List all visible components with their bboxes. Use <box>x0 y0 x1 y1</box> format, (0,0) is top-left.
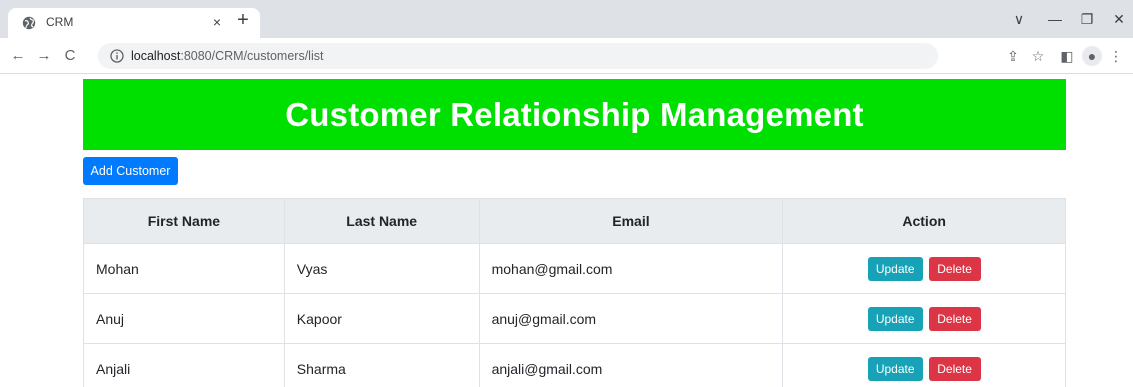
cell-action: Update Delete <box>782 293 1066 344</box>
share-icon[interactable]: ⇪ <box>1003 46 1023 66</box>
table-row: Mohan Vyas mohan@gmail.com Update Delete <box>83 243 1066 294</box>
cell-action: Update Delete <box>782 243 1066 294</box>
update-button[interactable]: Update <box>867 256 923 281</box>
url-path: :8080/CRM/customers/list <box>180 49 324 63</box>
delete-button[interactable]: Delete <box>928 256 981 281</box>
cell-first-name: Anjali <box>83 343 285 387</box>
add-customer-button[interactable]: Add Customer <box>83 157 178 185</box>
cell-action: Update Delete <box>782 343 1066 387</box>
cell-email: mohan@gmail.com <box>478 243 784 294</box>
minimize-icon[interactable]: — <box>1044 9 1066 29</box>
reload-icon[interactable]: C <box>60 46 80 66</box>
globe-icon <box>22 16 36 30</box>
new-tab-button[interactable]: + <box>232 10 254 32</box>
side-panel-icon[interactable]: ◧ <box>1057 46 1077 66</box>
table-row: Anjali Sharma anjali@gmail.com Update De… <box>83 343 1066 387</box>
tab-title: CRM <box>46 15 74 29</box>
header-banner: Customer Relationship Management <box>83 79 1066 150</box>
bookmark-star-icon[interactable]: ☆ <box>1028 46 1048 66</box>
header-email: Email <box>478 198 784 244</box>
header-action: Action <box>782 198 1066 244</box>
cell-email: anjali@gmail.com <box>478 343 784 387</box>
table-header-row: First Name Last Name Email Action <box>83 198 1066 244</box>
tab-close-icon[interactable]: × <box>208 13 226 31</box>
update-button[interactable]: Update <box>867 306 923 331</box>
customers-table: First Name Last Name Email Action Mohan … <box>83 198 1066 387</box>
profile-avatar-icon[interactable]: ● <box>1082 46 1102 66</box>
address-bar[interactable]: localhost:8080/CRM/customers/list <box>98 43 938 69</box>
cell-last-name: Vyas <box>283 243 480 294</box>
url-text: localhost:8080/CRM/customers/list <box>131 49 323 63</box>
browser-toolbar: ← → C localhost:8080/CRM/customers/list … <box>0 38 1133 74</box>
cell-first-name: Mohan <box>83 243 285 294</box>
tab-search-icon[interactable]: ∨ <box>1008 9 1030 29</box>
delete-button[interactable]: Delete <box>928 356 981 381</box>
page-content: Customer Relationship Management Add Cus… <box>0 75 1133 387</box>
cell-last-name: Kapoor <box>283 293 480 344</box>
cell-last-name: Sharma <box>283 343 480 387</box>
header-first-name: First Name <box>83 198 285 244</box>
header-last-name: Last Name <box>283 198 480 244</box>
cell-first-name: Anuj <box>83 293 285 344</box>
table-row: Anuj Kapoor anuj@gmail.com Update Delete <box>83 293 1066 344</box>
tab-strip: CRM × + ∨ — ❐ ✕ <box>0 0 1133 38</box>
info-icon[interactable] <box>110 49 124 63</box>
update-button[interactable]: Update <box>867 356 923 381</box>
cell-email: anuj@gmail.com <box>478 293 784 344</box>
forward-icon[interactable]: → <box>34 46 54 66</box>
menu-kebab-icon[interactable]: ⋮ <box>1106 46 1126 66</box>
back-icon[interactable]: ← <box>8 46 28 66</box>
restore-icon[interactable]: ❐ <box>1076 9 1098 29</box>
url-host: localhost <box>131 49 181 63</box>
close-window-icon[interactable]: ✕ <box>1108 9 1130 29</box>
page-title: Customer Relationship Management <box>285 95 864 133</box>
browser-tab[interactable]: CRM × <box>8 8 260 38</box>
delete-button[interactable]: Delete <box>928 306 981 331</box>
